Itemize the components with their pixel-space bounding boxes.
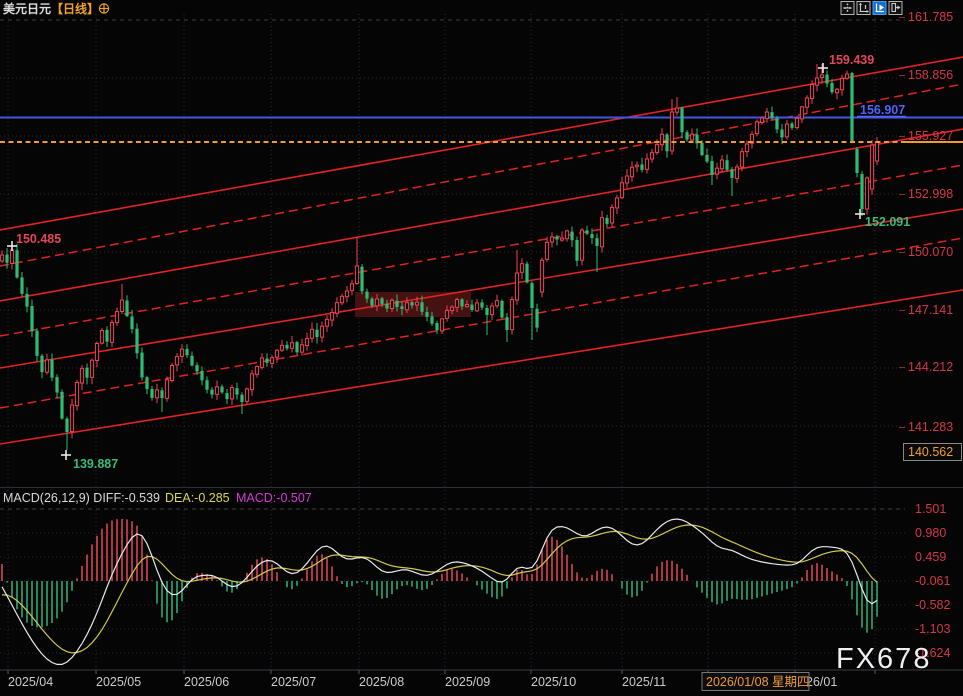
svg-text:2025/06: 2025/06 [184,675,229,689]
svg-text:161.785: 161.785 [908,10,953,24]
svg-text:150.070: 150.070 [908,245,953,259]
svg-text:MACD:-0.507: MACD:-0.507 [236,491,312,505]
svg-text:152.091: 152.091 [865,215,910,229]
svg-text:140.562: 140.562 [908,445,953,459]
svg-text:【日线】: 【日线】 [51,1,99,16]
svg-text:MACD(26,12,9) DIFF:-0.539: MACD(26,12,9) DIFF:-0.539 [3,491,160,505]
svg-text:2026/01/08 星期四: 2026/01/08 星期四 [706,675,810,689]
svg-text:26/01: 26/01 [806,675,837,689]
svg-text:0.459: 0.459 [915,550,946,564]
svg-text:139.887: 139.887 [73,457,118,471]
svg-text:147.141: 147.141 [908,303,953,317]
svg-text:158.856: 158.856 [908,68,953,82]
svg-text:2025/08: 2025/08 [359,675,404,689]
svg-text:2025/05: 2025/05 [96,675,141,689]
svg-text:2025/10: 2025/10 [531,675,576,689]
svg-text:2025/04: 2025/04 [8,675,53,689]
svg-text:2025/11: 2025/11 [622,675,666,689]
svg-text:DEA:-0.285: DEA:-0.285 [165,491,230,505]
svg-text:-0.061: -0.061 [915,574,950,588]
svg-text:141.283: 141.283 [908,420,953,434]
svg-text:159.439: 159.439 [829,53,874,67]
svg-text:152.998: 152.998 [908,187,953,201]
svg-text:-1.103: -1.103 [915,622,950,636]
svg-text:0.980: 0.980 [915,526,946,540]
svg-text:150.485: 150.485 [16,232,61,246]
svg-text:-0.582: -0.582 [915,598,950,612]
svg-text:2025/07: 2025/07 [271,675,316,689]
svg-text:155.927: 155.927 [908,129,953,143]
svg-text:美元日元: 美元日元 [3,1,51,16]
svg-text:144.212: 144.212 [908,360,953,374]
svg-text:156.907: 156.907 [860,103,905,117]
svg-text:2025/09: 2025/09 [445,675,490,689]
svg-text:FX678: FX678 [836,643,931,675]
svg-text:1.501: 1.501 [915,502,946,516]
